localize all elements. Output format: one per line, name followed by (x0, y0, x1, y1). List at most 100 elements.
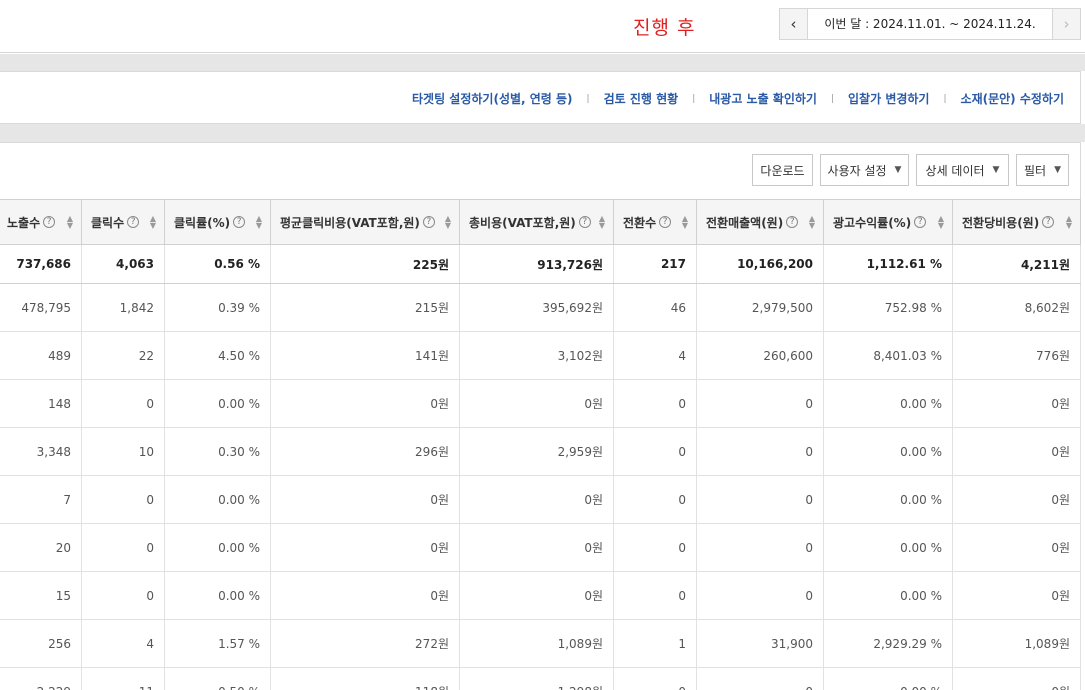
table-cell: 0 (82, 572, 165, 619)
targeting-settings-link[interactable]: 타겟팅 설정하기(성별, 연령 등) (412, 90, 573, 107)
table-cell: 2,229 (0, 668, 82, 690)
table-cell: 0.00 % (824, 668, 953, 690)
help-icon[interactable]: ? (914, 216, 927, 228)
table-cell: 7 (0, 476, 82, 523)
table-cell: 0.00 % (165, 380, 271, 427)
column-header[interactable]: 클릭수? ▲ ▼ (82, 200, 165, 244)
column-header-label: 전환수 (623, 215, 657, 230)
table-cell: 0 (614, 428, 697, 475)
table-cell: 8,602원 (953, 284, 1081, 331)
chevron-right-icon[interactable]: › (1052, 9, 1080, 39)
sort-icon[interactable]: ▲ ▼ (938, 215, 944, 230)
review-status-link[interactable]: 검토 진행 현황 (604, 90, 679, 107)
table-cell: 0.00 % (165, 524, 271, 571)
table-row: 489 22 4.50 % 141원 3,102원 4 260,600 8,401.03 % 7… (0, 332, 1081, 380)
detail-data-dropdown[interactable]: 상세 데이터 ▼ (916, 154, 1009, 186)
table-row: 478,795 1,842 0.39 % 215원 395,692원 46 2,979,50… (0, 284, 1081, 332)
column-header-label: 평균클릭비용(VAT포함,원) (280, 215, 420, 230)
help-icon[interactable]: ? (233, 216, 246, 228)
table-cell: 752.98 % (824, 284, 953, 331)
table-cell: 4,063 (82, 245, 165, 283)
table-cell: 0 (82, 476, 165, 523)
sort-icon[interactable]: ▲ ▼ (599, 215, 605, 230)
separator: | (943, 93, 947, 104)
table-cell: 0 (697, 524, 824, 571)
column-header[interactable]: 평균클릭비용(VAT포함,원)? ▲ ▼ (271, 200, 460, 244)
table-cell: 4.50 % (165, 332, 271, 379)
user-settings-dropdown[interactable]: 사용자 설정 ▼ (820, 154, 909, 186)
table-cell: 3,102원 (460, 332, 614, 379)
filter-label: 필터 (1023, 163, 1047, 178)
sort-icon[interactable]: ▲ ▼ (682, 215, 688, 230)
table-row: 2,229110.50 %118원1,298원000.00 %0원 (0, 668, 1081, 690)
table-cell: 0.00 % (165, 572, 271, 619)
table-cell: 0 (82, 380, 165, 427)
table-cell: 0원 (953, 524, 1081, 571)
ad-exposure-check-link[interactable]: 내광고 노출 확인하기 (709, 90, 817, 107)
table-cell: 1,112.61 % (824, 245, 953, 283)
sort-icon[interactable]: ▲ ▼ (445, 215, 451, 230)
creative-edit-link[interactable]: 소재(문안) 수정하기 (961, 90, 1064, 107)
table-row: 7 0 0.00 % 0원 0원 0 0 0.00 % 0원 (0, 476, 1081, 524)
download-button[interactable]: 다운로드 (752, 154, 813, 186)
table-cell: 0 (614, 524, 697, 571)
status-label: 진행 후 (633, 17, 696, 39)
date-range-text[interactable]: 이번 달 : 2024.11.01. ~ 2024.11.24. (808, 9, 1052, 39)
table-cell: 0원 (460, 476, 614, 523)
chevron-down-icon: ▼ (1054, 165, 1061, 175)
table-cell: 15 (0, 572, 82, 619)
column-header[interactable]: 전환매출액(원)? ▲ ▼ (697, 200, 824, 244)
table-row: 3,348 10 0.30 % 296원 2,959원 0 0 0.00 % 0원 (0, 428, 1081, 476)
table-cell: 0.00 % (165, 476, 271, 523)
section-divider (0, 124, 1085, 142)
table-cell: 0.00 % (824, 524, 953, 571)
table-cell: 0.00 % (824, 380, 953, 427)
table-cell: 8,401.03 % (824, 332, 953, 379)
column-header[interactable]: 전환당비용(원)? ▲ ▼ (953, 200, 1081, 244)
column-header-label: 클릭수 (91, 215, 125, 230)
table-cell: 0.00 % (824, 476, 953, 523)
help-icon[interactable]: ? (786, 216, 799, 228)
chevron-left-icon[interactable]: ‹ (780, 9, 808, 39)
column-header[interactable]: 전환수? ▲ ▼ (614, 200, 697, 244)
table-cell: 3,348 (0, 428, 82, 475)
separator: | (692, 93, 696, 104)
column-header[interactable]: 광고수익률(%)? ▲ ▼ (824, 200, 953, 244)
table-cell: 141원 (271, 332, 460, 379)
table-row: 15 0 0.00 % 0원 0원 0 0 0.00 % 0원 (0, 572, 1081, 620)
table-cell: 478,795 (0, 284, 82, 331)
column-header[interactable]: 노출수? ▲ ▼ (0, 200, 82, 244)
help-icon[interactable]: ? (659, 216, 672, 228)
sort-icon[interactable]: ▲ ▼ (809, 215, 815, 230)
table-cell: 1,842 (82, 284, 165, 331)
help-icon[interactable]: ? (127, 216, 140, 228)
sort-icon[interactable]: ▲ ▼ (256, 215, 262, 230)
help-icon[interactable]: ? (1042, 216, 1055, 228)
table-cell: 0 (614, 572, 697, 619)
help-icon[interactable]: ? (422, 216, 435, 228)
report-panel: 다운로드 사용자 설정 ▼ 상세 데이터 ▼ 필터 ▼ 노출수? ▲ ▼ 클릭수? ▲ ▼… (0, 142, 1081, 690)
help-icon[interactable]: ? (578, 216, 591, 228)
column-header-label: 클릭률(%) (174, 215, 231, 230)
table-cell: 0원 (953, 668, 1081, 690)
table-cell: 4,211원 (953, 245, 1081, 283)
column-header[interactable]: 총비용(VAT포함,원)? ▲ ▼ (460, 200, 614, 244)
sort-icon[interactable]: ▲ ▼ (67, 215, 73, 230)
bid-change-link[interactable]: 입찰가 변경하기 (848, 90, 929, 107)
help-icon[interactable]: ? (43, 216, 56, 228)
table-cell: 0원 (271, 572, 460, 619)
column-header[interactable]: 클릭률(%)? ▲ ▼ (165, 200, 271, 244)
table-cell: 0.39 % (165, 284, 271, 331)
filter-dropdown[interactable]: 필터 ▼ (1016, 154, 1069, 186)
action-bar: 타겟팅 설정하기(성별, 연령 등) | 검토 진행 현황 | 내광고 노출 확… (0, 71, 1081, 124)
table-cell: 217 (614, 245, 697, 283)
sort-icon[interactable]: ▲ ▼ (1066, 215, 1072, 230)
sort-icon[interactable]: ▲ ▼ (150, 215, 156, 230)
table-cell: 0원 (460, 524, 614, 571)
table-cell: 0.00 % (824, 428, 953, 475)
section-divider (0, 54, 1085, 71)
table-cell: 10,166,200 (697, 245, 824, 283)
table-cell: 0 (614, 668, 697, 690)
table-cell: 0 (614, 476, 697, 523)
table-cell: 215원 (271, 284, 460, 331)
